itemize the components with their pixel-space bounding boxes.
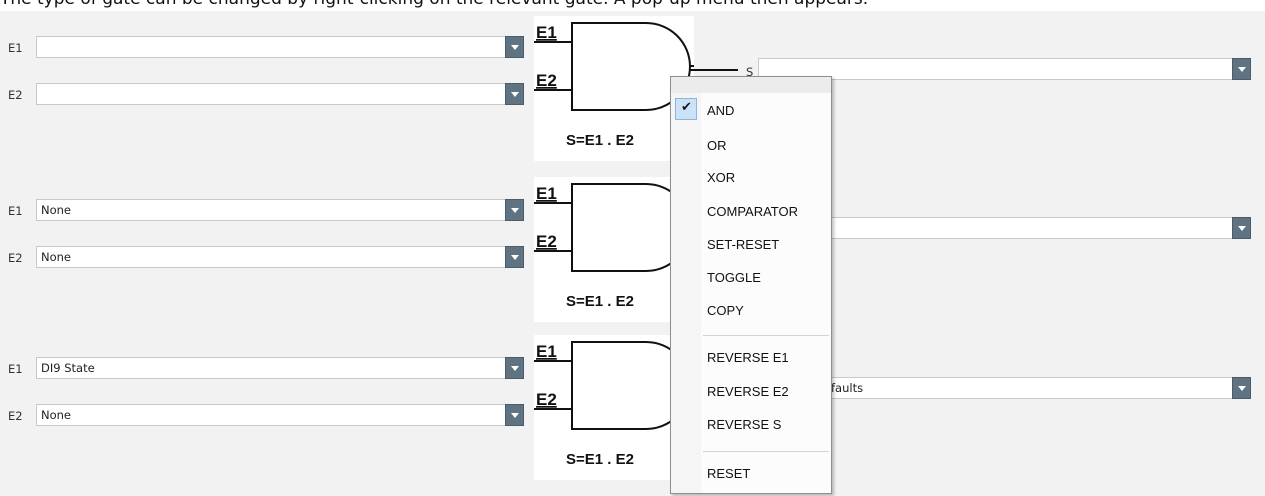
e1-label: E1 bbox=[8, 204, 23, 218]
menu-item-label: COPY bbox=[707, 303, 744, 318]
e2-label: E2 bbox=[8, 251, 23, 265]
menu-item-reverse-e1[interactable]: REVERSE E1 bbox=[671, 344, 831, 370]
e1-label: E1 bbox=[8, 362, 23, 376]
e1-select[interactable]: DI9 State bbox=[36, 357, 524, 379]
menu-item-label: TOGGLE bbox=[707, 270, 761, 285]
s-select[interactable] bbox=[820, 217, 1251, 239]
chevron-down-icon[interactable] bbox=[505, 199, 524, 221]
chevron-down-icon[interactable] bbox=[1232, 58, 1251, 80]
gate-input-e2-label: E2 bbox=[536, 71, 557, 90]
menu-item-reverse-s[interactable]: REVERSE S bbox=[671, 411, 831, 437]
instruction-caption: The type of gate can be changed by right… bbox=[0, 0, 1265, 11]
menu-separator bbox=[703, 451, 829, 452]
menu-item-set-reset[interactable]: SET-RESET bbox=[671, 231, 831, 257]
e1-label: E1 bbox=[8, 41, 23, 55]
gate-input-e1-label: E1 bbox=[536, 23, 557, 42]
chevron-down-icon[interactable] bbox=[505, 357, 524, 379]
e2-select-value: None bbox=[41, 408, 72, 422]
menu-item-label: OR bbox=[707, 138, 727, 153]
menu-item-xor[interactable]: XOR bbox=[671, 164, 831, 190]
gate-formula: S=E1 . E2 bbox=[566, 451, 634, 468]
menu-item-or[interactable]: OR bbox=[671, 132, 831, 158]
menu-separator bbox=[703, 335, 829, 336]
gate-formula: S=E1 . E2 bbox=[566, 132, 634, 149]
e2-label: E2 bbox=[8, 409, 23, 423]
menu-item-reverse-e2[interactable]: REVERSE E2 bbox=[671, 378, 831, 404]
e2-select[interactable] bbox=[36, 83, 524, 105]
gate-input-e1-label: E1 bbox=[536, 184, 557, 203]
gate-output-wire bbox=[690, 69, 738, 71]
checkmark-icon: ✔ bbox=[675, 98, 697, 120]
chevron-down-icon[interactable] bbox=[505, 83, 524, 105]
gate-input-e1-label: E1 bbox=[536, 342, 557, 361]
menu-item-and[interactable]: ✔ AND bbox=[671, 97, 831, 123]
gate-formula: S=E1 . E2 bbox=[566, 293, 634, 310]
chevron-down-icon[interactable] bbox=[505, 404, 524, 426]
menu-item-label: REVERSE E1 bbox=[707, 350, 789, 365]
chevron-down-icon[interactable] bbox=[505, 246, 524, 268]
s-select[interactable]: faults bbox=[820, 377, 1251, 399]
menu-item-comparator[interactable]: COMPARATOR bbox=[671, 198, 831, 224]
menu-item-label: AND bbox=[707, 103, 735, 118]
gate-input-e2-label: E2 bbox=[536, 390, 557, 409]
e2-select-value: None bbox=[41, 250, 72, 264]
menu-item-toggle[interactable]: TOGGLE bbox=[671, 264, 831, 290]
e1-select-value: DI9 State bbox=[41, 361, 95, 375]
chevron-down-icon[interactable] bbox=[1232, 377, 1251, 399]
e2-select[interactable]: None bbox=[36, 246, 524, 268]
menu-item-label: RESET bbox=[707, 466, 751, 481]
e1-select[interactable]: None bbox=[36, 199, 524, 221]
e1-select[interactable] bbox=[36, 36, 524, 58]
menu-item-reset[interactable]: RESET bbox=[671, 460, 831, 486]
menu-item-label: REVERSE S bbox=[707, 417, 782, 432]
e1-select-value: None bbox=[41, 203, 72, 217]
menu-item-copy[interactable]: COPY bbox=[671, 297, 831, 323]
gate-input-e2-label: E2 bbox=[536, 232, 557, 251]
gate-type-context-menu: ✔ AND OR XOR COMPARATOR SET-RESET TOGGLE… bbox=[670, 76, 832, 494]
e2-select[interactable]: None bbox=[36, 404, 524, 426]
chevron-down-icon[interactable] bbox=[505, 36, 524, 58]
s-select-value: faults bbox=[831, 381, 864, 395]
chevron-down-icon[interactable] bbox=[1232, 217, 1251, 239]
menu-item-label: SET-RESET bbox=[707, 237, 780, 252]
menu-item-label: REVERSE E2 bbox=[707, 384, 789, 399]
e2-label: E2 bbox=[8, 88, 23, 102]
logic-gates-panel: E1 E2 E1 E2 S S=E1 . E2 S E1 None E2 N bbox=[0, 11, 1265, 496]
menu-item-label: XOR bbox=[707, 170, 736, 185]
menu-item-label: COMPARATOR bbox=[707, 204, 799, 219]
menu-header-strip bbox=[671, 77, 831, 93]
